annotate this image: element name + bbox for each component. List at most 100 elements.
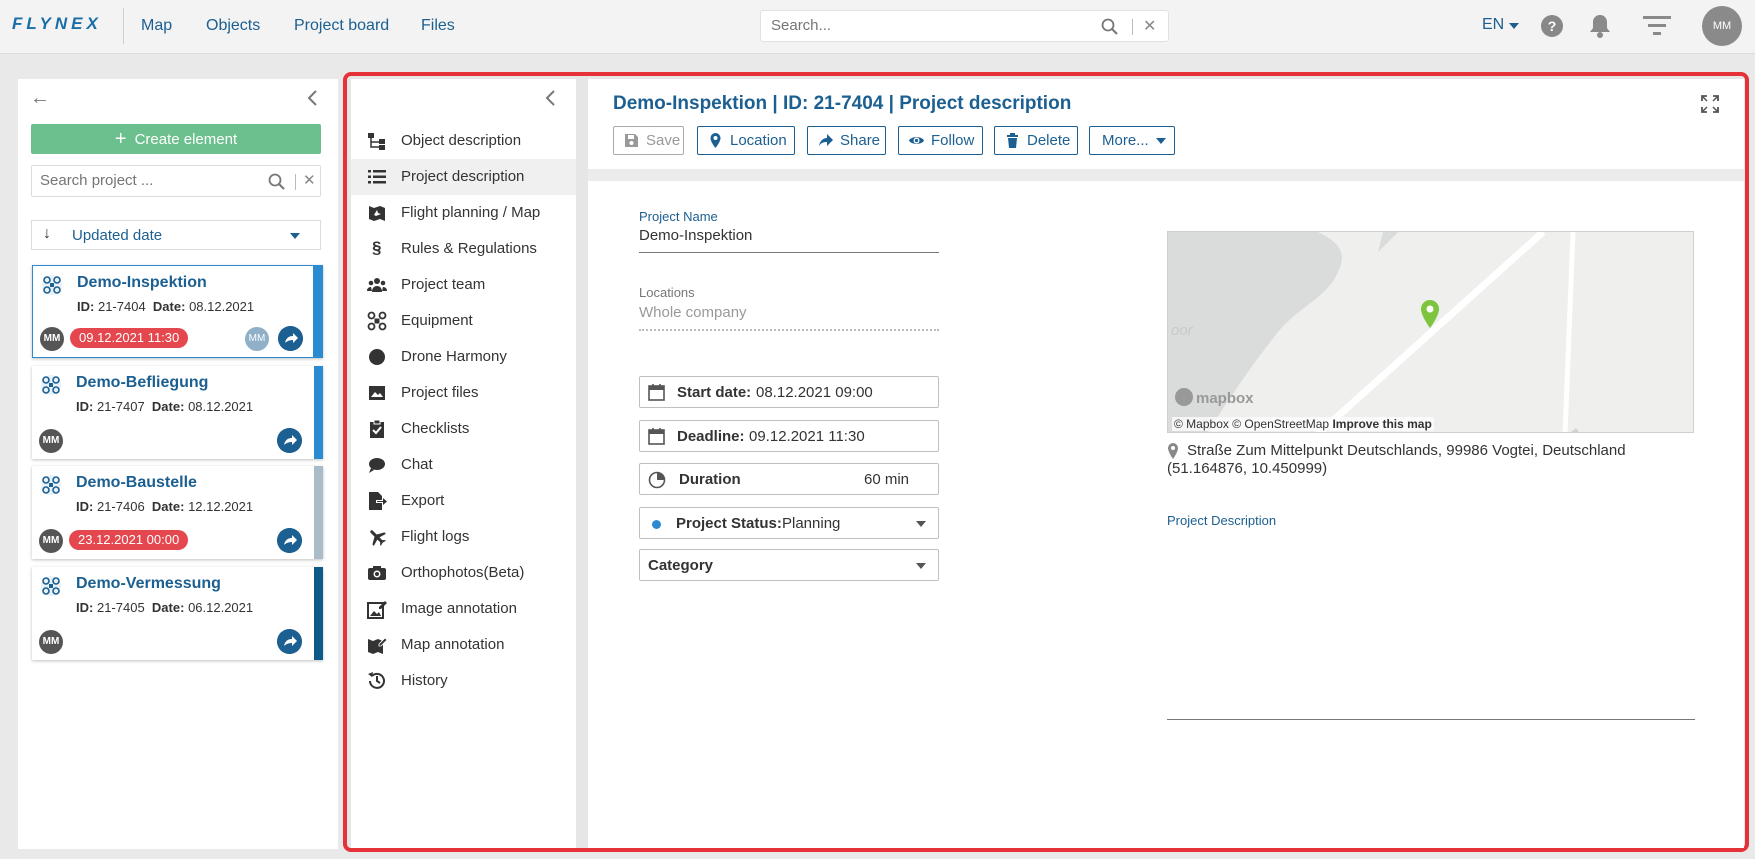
deadline-field[interactable]: Deadline: 09.12.2021 11:30 [639,420,939,452]
mapbox-attribution[interactable]: © Mapbox [1174,417,1229,431]
nav-label: Flight logs [401,528,470,545]
project-title: Demo-Befliegung [76,374,209,391]
share-label: Share [840,132,881,149]
project-card[interactable]: Demo-Inspektion ID: 21-7404 Date: 08.12.… [32,265,323,358]
start-date-value: 08.12.2021 09:00 [756,384,873,401]
nav-object-description[interactable]: Object description [351,123,576,159]
start-date-field[interactable]: Start date: 08.12.2021 09:00 [639,376,939,408]
clear-search-icon[interactable]: ✕ [1143,16,1156,36]
share-icon[interactable] [277,428,302,453]
history-icon [368,672,385,689]
nav-chat[interactable]: Chat [351,447,576,483]
map-pin-icon[interactable] [1420,300,1440,328]
date-label: Date: [151,600,185,615]
locations-field: Whole company [639,304,747,321]
nav-label: Project description [401,168,525,185]
duration-label: Duration [679,471,741,488]
osm-attribution[interactable]: © OpenStreetMap [1232,417,1329,431]
nav-checklists[interactable]: Checklists [351,411,576,447]
trash-icon [1007,133,1018,148]
project-name-field[interactable]: Demo-Inspektion [639,227,752,244]
more-button[interactable]: More... [1089,126,1175,155]
sort-direction-icon[interactable]: ↓ [43,225,51,243]
project-name-label: Project Name [639,209,718,224]
global-search-input[interactable] [771,17,1071,34]
collapse-nav-icon[interactable] [544,90,556,106]
avatar: MM [39,630,63,654]
language-selector[interactable]: EN [1482,16,1504,34]
nav-map-annotation[interactable]: Map annotation [351,627,576,663]
create-element-button[interactable]: + Create element [31,124,321,154]
user-avatar[interactable]: MM [1702,6,1742,46]
follow-button[interactable]: Follow [898,126,983,155]
list-icon [368,170,386,184]
chevron-down-icon[interactable] [1509,23,1519,29]
share-icon[interactable] [277,528,302,553]
nav-equipment[interactable]: Equipment [351,303,576,339]
improve-map-link[interactable]: Improve this map [1332,417,1431,431]
bell-icon[interactable] [1589,13,1611,39]
nav-flight-logs[interactable]: Flight logs [351,519,576,555]
category-dropdown[interactable]: Category [639,549,939,581]
nav-label: Checklists [401,420,470,437]
delete-button[interactable]: Delete [994,126,1078,155]
map-place-fragment: oor [1171,322,1193,339]
filter-icon[interactable] [1643,16,1671,38]
nav-files[interactable]: Files [421,17,455,35]
nav-orthophotos[interactable]: Orthophotos(Beta) [351,555,576,591]
back-arrow-icon[interactable]: ← [30,87,50,110]
nav-label: Object description [401,132,522,149]
save-icon [625,134,638,147]
nav-objects[interactable]: Objects [206,17,260,35]
search-divider [295,174,296,190]
project-card[interactable]: Demo-Baustelle ID: 21-7406 Date: 12.12.2… [32,466,323,559]
drone-icon [41,375,61,395]
project-title: Demo-Baustelle [76,474,197,491]
nav-project-team[interactable]: Project team [351,267,576,303]
share-icon[interactable] [277,629,302,654]
calendar-icon [648,384,665,401]
nav-flight-planning[interactable]: Flight planning / Map [351,195,576,231]
project-date: 12.12.2021 [188,499,254,514]
duration-field[interactable]: Duration 60 min [639,463,939,495]
id-label: ID: [77,299,95,314]
nav-drone-harmony[interactable]: Drone Harmony [351,339,576,375]
nav-export[interactable]: Export [351,483,576,519]
flynex-logo[interactable]: FLYNEX [12,14,102,34]
status-label: Project Status: [676,515,782,532]
nav-image-annotation[interactable]: Image annotation [351,591,576,627]
nav-rules-regulations[interactable]: § Rules & Regulations [351,231,576,267]
fullscreen-icon[interactable] [1701,95,1719,113]
project-card[interactable]: Demo-Befliegung ID: 21-7407 Date: 08.12.… [32,366,323,459]
nav-map[interactable]: Map [141,17,172,35]
id-label: ID: [76,399,94,414]
nav-project-board[interactable]: Project board [294,17,389,35]
help-icon[interactable]: ? [1541,15,1563,37]
project-status-dropdown[interactable]: Project Status: Planning [639,507,939,539]
nav-label: Orthophotos(Beta) [401,564,525,581]
clear-search-icon[interactable]: ✕ [303,171,316,189]
nav-project-description[interactable]: Project description [351,159,576,195]
share-button[interactable]: Share [807,126,886,155]
sort-dropdown[interactable]: ↓ Updated date [31,220,321,250]
delete-label: Delete [1027,132,1071,149]
status-value: Planning [782,515,841,532]
search-icon[interactable] [268,173,286,191]
date-label: Date: [152,299,186,314]
share-icon[interactable] [278,326,303,351]
nav-project-files[interactable]: Project files [351,375,576,411]
location-button[interactable]: Location [697,126,795,155]
nav-history[interactable]: History [351,663,576,699]
save-button[interactable]: Save [613,126,684,155]
collapse-panel-icon[interactable] [306,90,318,106]
duration-value[interactable]: 60 min [864,471,909,488]
search-icon[interactable] [1101,18,1119,36]
logo-divider [123,8,124,44]
address-text: Straße Zum Mittelpunkt Deutschlands, 999… [1187,442,1626,459]
project-description-field[interactable] [1167,534,1695,714]
location-map[interactable]: oor mapbox © Mapbox © OpenStreetMap Impr… [1167,231,1694,433]
project-search-input[interactable] [40,172,240,189]
project-card[interactable]: Demo-Vermessung ID: 21-7405 Date: 06.12.… [32,567,323,660]
project-description-label: Project Description [1167,513,1277,528]
mapbox-logo: mapbox [1175,388,1254,407]
